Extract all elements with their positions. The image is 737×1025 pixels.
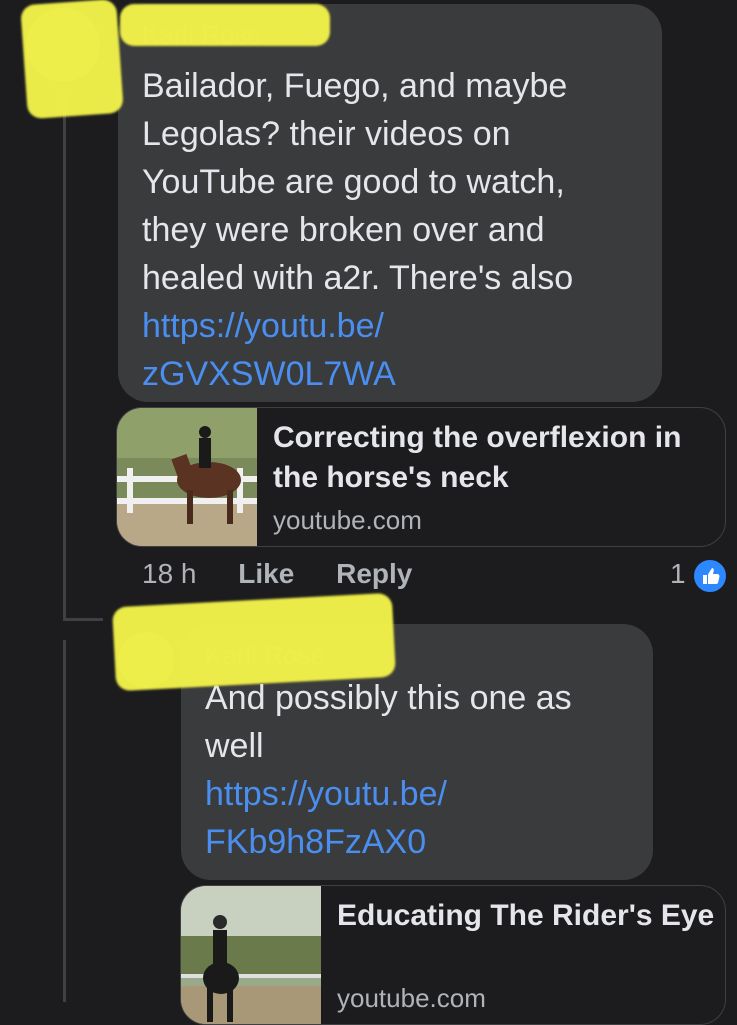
comment-text: Bailador, Fuego, and maybe Legolas? thei… (142, 62, 638, 398)
reaction-count[interactable]: 1 (670, 558, 686, 590)
thread-connector (63, 618, 103, 621)
comment-text: And possibly this one as well https://yo… (205, 674, 629, 866)
comment-link[interactable]: https://youtu.be/ zGVXSW0L7WA (142, 302, 638, 398)
link-preview-title: Correcting the overflexion in the horse'… (273, 421, 682, 494)
thumbs-up-icon (692, 558, 728, 594)
thread-line-lower (63, 640, 66, 1002)
name-redaction-highlight (20, 0, 124, 120)
name-redaction-highlight (120, 4, 330, 46)
name-redaction-highlight (111, 592, 397, 692)
comment-actions: 18 h Like Reply (142, 558, 446, 590)
comment-body: And possibly this one as well (205, 679, 572, 765)
like-button[interactable]: Like (238, 558, 294, 589)
reply-button[interactable]: Reply (336, 558, 412, 589)
comment-link[interactable]: https://youtu.be/ FKb9h8FzAX0 (205, 770, 629, 866)
link-preview-card[interactable]: Educating The Rider's Eye youtube.com (180, 885, 726, 1025)
comment-bubble: Karli Rose Bailador, Fuego, and maybe Le… (118, 4, 662, 402)
link-preview-card[interactable]: Correcting the overflexion in the horse'… (116, 407, 726, 547)
comment-body: Bailador, Fuego, and maybe Legolas? thei… (142, 67, 574, 297)
link-preview-domain: youtube.com (337, 983, 486, 1013)
thread-line (63, 90, 66, 620)
comment-timestamp[interactable]: 18 h (142, 558, 197, 589)
link-preview-title: Educating The Rider's Eye (337, 899, 715, 932)
link-preview-domain: youtube.com (273, 505, 422, 535)
horse-rider-thumbnail-icon (181, 886, 321, 1024)
horse-rider-thumbnail-icon (117, 408, 257, 546)
